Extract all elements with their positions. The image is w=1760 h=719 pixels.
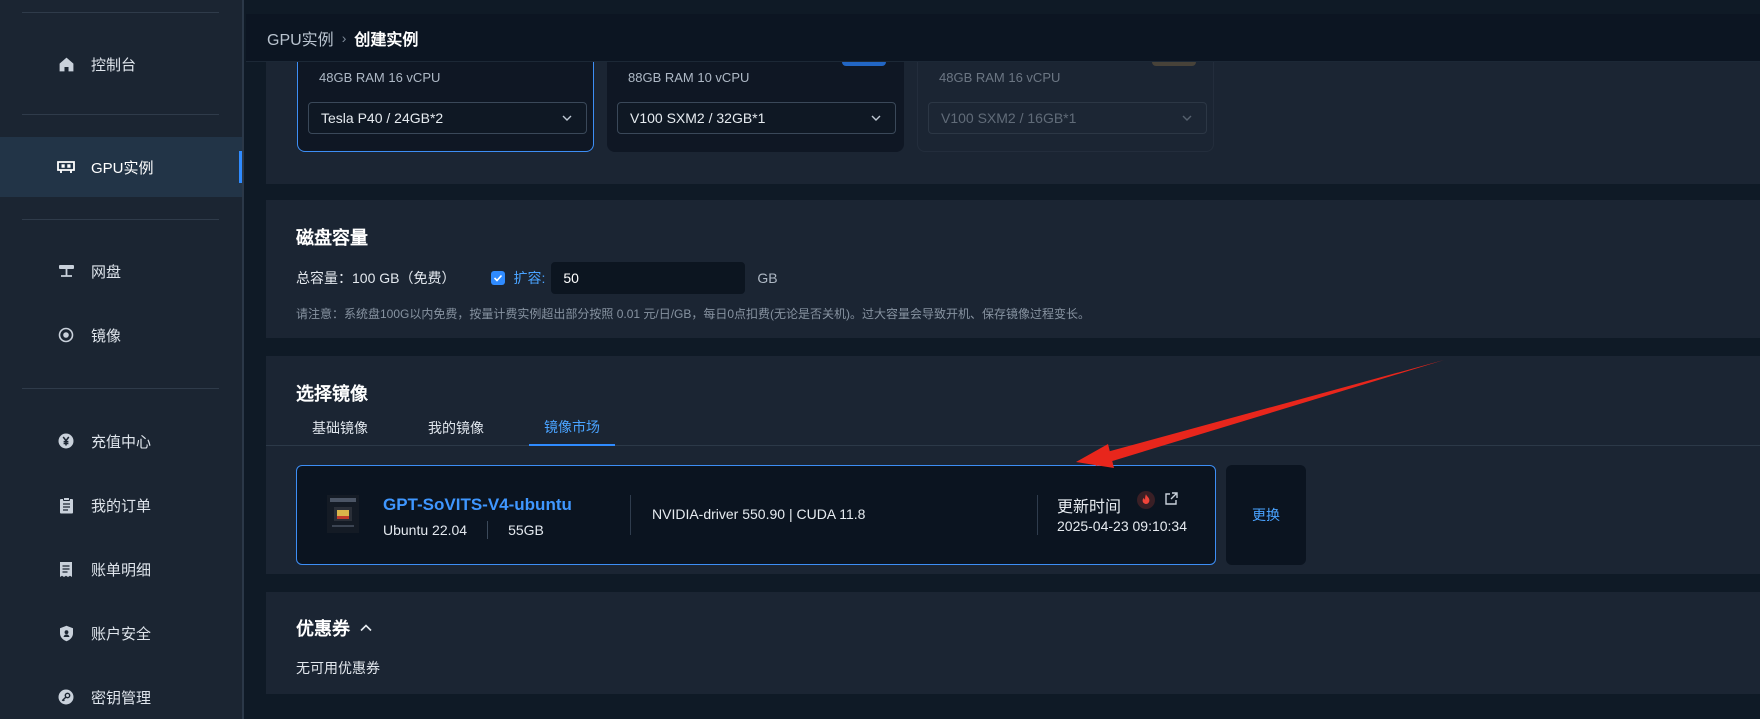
image-icon	[56, 325, 76, 345]
gpu-icon	[56, 157, 76, 177]
gpu-model-select[interactable]: Tesla P40 / 24GB*2	[308, 102, 587, 134]
sidebar-item-label: 密钥管理	[91, 689, 152, 707]
home-icon	[56, 54, 76, 74]
chevron-down-icon	[1182, 115, 1192, 121]
update-time-value: 2025-04-23 09:10:34	[1057, 518, 1187, 534]
sidebar-item-orders[interactable]: 我的订单	[0, 475, 242, 535]
yen-icon	[56, 431, 76, 451]
chevron-down-icon	[871, 115, 881, 121]
sidebar-divider	[22, 12, 219, 13]
clipboard-icon	[56, 495, 76, 515]
gpu-card-disabled: 48GB RAM 16 vCPU V100 SXM2 / 16GB*1	[917, 56, 1214, 152]
image-os: Ubuntu 22.04	[383, 522, 468, 538]
image-thumbnail-icon	[327, 495, 359, 533]
coupon-panel: 优惠券 无可用优惠券	[266, 592, 1760, 694]
coupon-title: 优惠券	[296, 619, 350, 639]
tab-image-market[interactable]: 镜像市场	[529, 410, 615, 446]
chevron-up-icon	[360, 624, 372, 632]
image-size: 55GB	[508, 522, 544, 538]
gpu-card-spec: 48GB RAM 16 vCPU	[939, 70, 1061, 85]
change-image-button[interactable]: 更换	[1226, 465, 1306, 565]
receipt-icon	[56, 559, 76, 579]
gpu-card[interactable]: 88GB RAM 10 vCPU V100 SXM2 / 32GB*1	[607, 56, 904, 152]
breadcrumb: GPU实例 › 创建实例	[246, 14, 1760, 62]
breadcrumb-parent-link[interactable]: GPU实例	[267, 26, 334, 50]
sidebar-divider	[22, 388, 219, 389]
gpu-model-value: V100 SXM2 / 16GB*1	[941, 110, 1077, 126]
sidebar-item-label: 网盘	[91, 263, 122, 281]
gpu-model-select[interactable]: V100 SXM2 / 32GB*1	[617, 102, 896, 134]
chevron-down-icon	[562, 115, 572, 121]
sidebar-divider	[22, 219, 219, 220]
page-title: 创建实例	[354, 31, 419, 49]
card-divider	[1037, 495, 1038, 535]
gpu-model-value: V100 SXM2 / 32GB*1	[630, 110, 766, 126]
disk-panel: 磁盘容量 总容量：100 GB（免费） 扩容: GB 请注意：系统盘100G以内…	[266, 200, 1760, 338]
sidebar-item-billing[interactable]: 账单明细	[0, 539, 242, 599]
expand-checkbox[interactable]	[491, 271, 506, 285]
sidebar-item-security[interactable]: 账户安全	[0, 603, 242, 663]
disk-note: 请注意：系统盘100G以内免费，按量计费实例超出部分按照 0.01 元/日/GB…	[296, 307, 1091, 321]
sidebar-item-label: GPU实例	[91, 159, 154, 177]
sidebar-item-mirror[interactable]: 镜像	[0, 305, 242, 365]
sidebar: 控制台 GPU实例 网盘 镜像 充值中心 我的订单 账单明细 账户安全 密钥管理	[0, 0, 244, 719]
image-panel: 选择镜像 基础镜像 我的镜像 镜像市场 GPT-SoVITS-V4-ubuntu…	[266, 356, 1760, 574]
shield-icon	[56, 623, 76, 643]
gpu-card-spec: 48GB RAM 16 vCPU	[319, 70, 441, 85]
sidebar-item-gpu[interactable]: GPU实例	[0, 137, 242, 197]
sidebar-item-console[interactable]: 控制台	[0, 34, 242, 94]
gpu-card-spec: 88GB RAM 10 vCPU	[628, 70, 750, 85]
netdisk-icon	[56, 261, 76, 281]
sidebar-item-label: 账单明细	[91, 561, 152, 579]
chevron-right-icon: ›	[341, 29, 347, 46]
selected-image-card[interactable]: GPT-SoVITS-V4-ubuntu Ubuntu 22.04 55GB N…	[296, 465, 1216, 565]
image-name-link[interactable]: GPT-SoVITS-V4-ubuntu	[383, 495, 572, 515]
expand-label: 扩容:	[513, 270, 546, 286]
tab-my-image[interactable]: 我的镜像	[428, 410, 484, 446]
image-tabs: 基础镜像 我的镜像 镜像市场	[266, 410, 1760, 446]
gpu-model-value: Tesla P40 / 24GB*2	[321, 110, 444, 126]
fire-icon[interactable]	[1137, 491, 1155, 509]
disk-total-label: 总容量：100 GB（免费）	[296, 270, 456, 286]
coupon-toggle[interactable]: 优惠券	[296, 615, 374, 641]
update-time-label: 更新时间	[1057, 499, 1122, 516]
gpu-model-select: V100 SXM2 / 16GB*1	[928, 102, 1207, 134]
tab-base-image[interactable]: 基础镜像	[312, 410, 368, 446]
external-link-icon[interactable]	[1163, 491, 1179, 507]
disk-title: 磁盘容量	[296, 228, 368, 248]
card-divider	[630, 495, 631, 535]
sidebar-item-label: 控制台	[91, 56, 137, 74]
sidebar-item-recharge[interactable]: 充值中心	[0, 411, 242, 471]
sidebar-divider	[22, 114, 219, 115]
sidebar-item-label: 我的订单	[91, 497, 152, 515]
sidebar-item-label: 充值中心	[91, 433, 152, 451]
gpu-card[interactable]: 48GB RAM 16 vCPU Tesla P40 / 24GB*2	[297, 54, 594, 152]
sidebar-item-label: 账户安全	[91, 625, 152, 643]
key-icon	[56, 687, 76, 707]
sidebar-item-label: 镜像	[91, 327, 122, 345]
expand-size-input[interactable]	[551, 262, 746, 294]
sidebar-item-netdisk[interactable]: 网盘	[0, 241, 242, 301]
sidebar-item-keys[interactable]: 密钥管理	[0, 667, 242, 719]
image-section-title: 选择镜像	[296, 384, 368, 404]
disk-row: 总容量：100 GB（免费） 扩容: GB	[296, 262, 778, 294]
image-meta: Ubuntu 22.04 55GB	[383, 521, 544, 539]
image-driver: NVIDIA-driver 550.90 | CUDA 11.8	[652, 506, 866, 522]
gpu-config-panel: 48GB RAM 16 vCPU Tesla P40 / 24GB*2 88GB…	[266, 54, 1760, 184]
coupon-empty-text: 无可用优惠券	[296, 660, 380, 676]
expand-unit: GB	[757, 270, 778, 286]
meta-divider	[487, 521, 489, 539]
